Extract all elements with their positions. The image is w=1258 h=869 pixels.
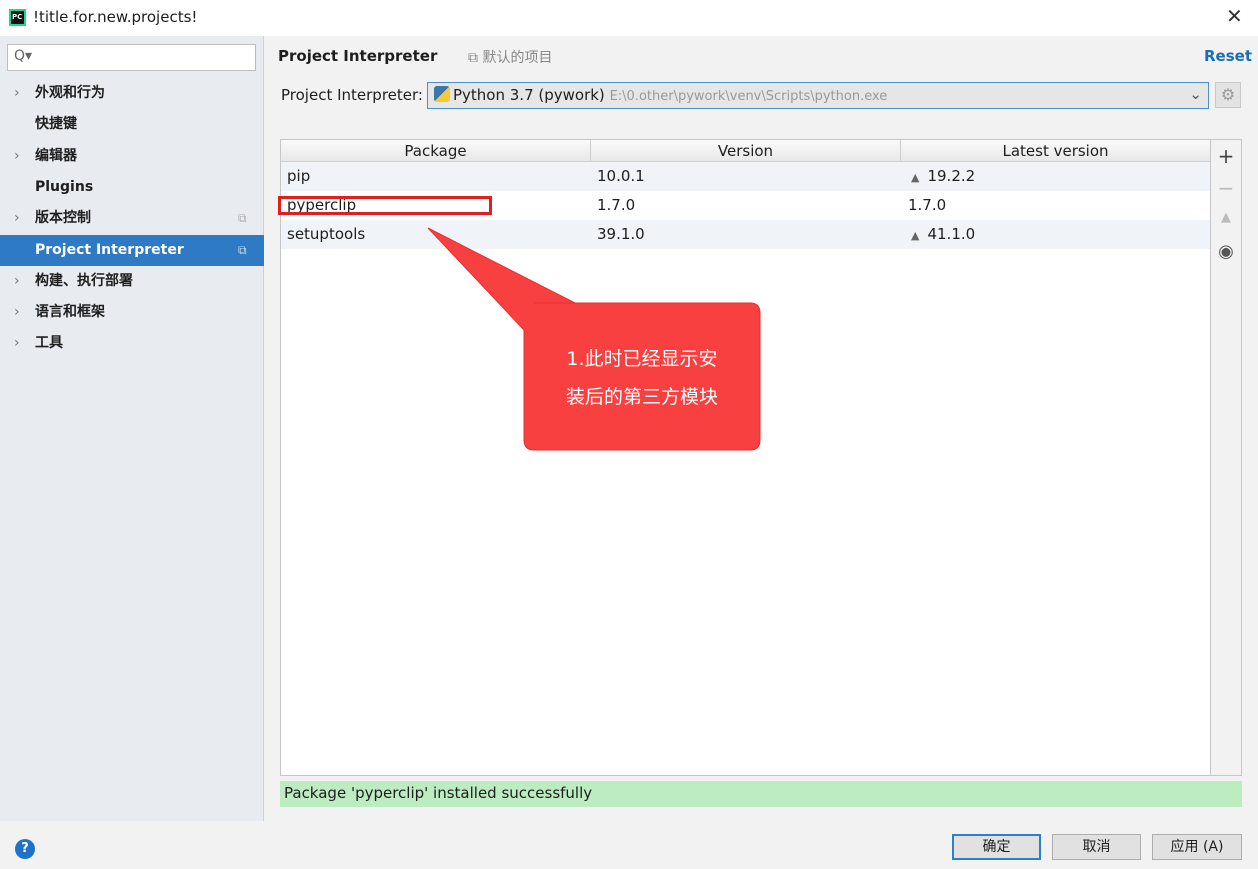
callout-line-1: 1.此时已经显示安: [566, 348, 718, 370]
callout-text: 1.此时已经显示安 装后的第三方模块: [527, 340, 757, 416]
ok-button[interactable]: 确定: [952, 834, 1041, 860]
apply-button[interactable]: 应用 (A): [1152, 834, 1242, 860]
callout-shape: [427, 227, 761, 451]
cancel-button[interactable]: 取消: [1052, 834, 1141, 860]
annotation-callout: [427, 227, 761, 451]
callout-line-2: 装后的第三方模块: [565, 386, 718, 408]
help-icon[interactable]: ?: [15, 839, 35, 859]
